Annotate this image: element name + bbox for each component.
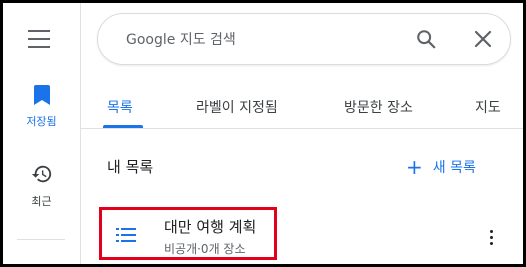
bookmark-icon — [33, 85, 50, 105]
saved-panel: 목록 라벨이 지정됨 방문한 장소 지도 내 목록 + 새 목록 대만 여행 계획… — [81, 3, 523, 264]
sidebar-item-label: 최근 — [31, 195, 52, 208]
search-input[interactable] — [124, 27, 388, 53]
new-list-button[interactable]: + 새 목록 — [406, 155, 476, 179]
section-title: 내 목록 — [107, 158, 154, 176]
list-icon — [116, 228, 136, 242]
tab-labeled[interactable]: 라벨이 지정됨 — [196, 97, 278, 117]
new-list-label: 새 목록 — [432, 160, 476, 176]
search-box — [97, 13, 511, 65]
rail-divider — [17, 239, 65, 240]
sidebar-item-label: 저장됨 — [26, 115, 57, 128]
list-meta: 비공개·0개 장소 — [164, 242, 246, 256]
list-title: 대만 여행 계획 — [164, 218, 257, 236]
history-icon — [31, 165, 51, 183]
close-icon[interactable] — [474, 30, 492, 48]
tab-bar: 목록 라벨이 지정됨 방문한 장소 지도 — [81, 85, 523, 131]
tab-maps[interactable]: 지도 — [475, 97, 501, 117]
plus-icon: + — [406, 155, 423, 179]
search-icon[interactable] — [415, 28, 437, 50]
more-options-icon[interactable] — [481, 227, 501, 247]
tab-visited[interactable]: 방문한 장소 — [344, 97, 413, 117]
sidebar-item-recent[interactable]: 최근 — [3, 163, 80, 209]
hamburger-menu-icon[interactable] — [28, 30, 50, 48]
list-item[interactable]: 대만 여행 계획 비공개·0개 장소 — [99, 207, 277, 260]
side-rail: 저장됨 최근 — [3, 3, 81, 264]
sidebar-item-saved[interactable]: 저장됨 — [3, 85, 80, 129]
app-window: 저장됨 최근 목록 라벨이 지정됨 방문한 장소 — [0, 0, 526, 267]
tab-lists[interactable]: 목록 — [107, 97, 133, 117]
tabs-divider — [81, 128, 523, 129]
